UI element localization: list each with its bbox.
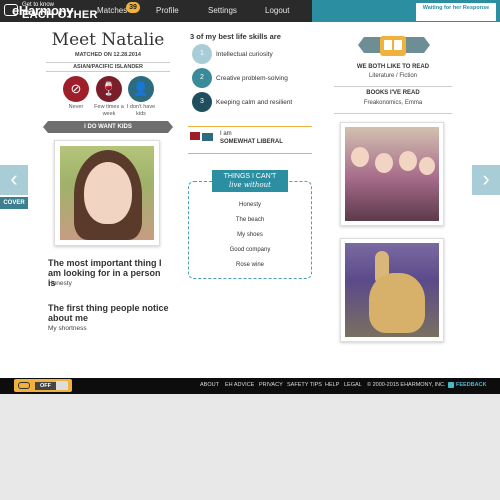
footer-link-help[interactable]: HELP (325, 382, 339, 388)
things-banner: THINGS I CAN'T live without (212, 170, 288, 192)
nav-profile[interactable]: Profile (156, 6, 179, 15)
profile-name-title: Meet Natalie (51, 30, 165, 50)
thing-item: Honesty (238, 202, 261, 208)
political-value: SOMEWHAT LIBERAL (220, 139, 283, 145)
chevron-right-icon: › (482, 166, 490, 191)
toggle-switch[interactable] (56, 381, 68, 390)
puppy-photo-image (345, 243, 439, 337)
profile-photo[interactable] (54, 140, 160, 246)
political-prefix: I am (220, 131, 232, 137)
puppy-photo[interactable] (340, 238, 444, 342)
footer-copyright: © 2000-2015 EHARMONY, INC. (367, 382, 446, 388)
skills-title: 3 of my best life skills are (190, 32, 281, 41)
toggle-state: OFF (35, 382, 56, 390)
chat-bubble-icon (4, 4, 18, 16)
nav-settings[interactable]: Settings (208, 6, 237, 15)
matched-date: MATCHED ON 12.28.2014 (75, 52, 141, 58)
books-read-title: BOOKS I'VE READ (366, 90, 420, 96)
group-photo[interactable] (340, 122, 444, 226)
profile-photo-image (60, 146, 154, 240)
skill-number-3: 3 (192, 92, 212, 112)
drinking-label: Few times a week (94, 104, 124, 117)
skill-number-2: 2 (192, 68, 212, 88)
political-label: I am SOMEWHAT LIBERAL (220, 130, 283, 146)
footer-link-eh-advice[interactable]: EH ADVICE (225, 382, 254, 388)
first-notice-question: The first thing people notice about me (48, 303, 169, 323)
skill-label-3: Keeping calm and resilient (216, 99, 293, 106)
each-other-label: EACH OTHER (22, 9, 98, 21)
divider (188, 153, 312, 154)
things-banner-title: THINGS I CAN'T (223, 173, 277, 180)
kids-label: I don't have kids (126, 104, 156, 117)
person-icon: 👤 (128, 76, 154, 102)
party-animals-icon (190, 132, 213, 141)
thing-item: Rose wine (235, 262, 264, 268)
skill-label-1: Intellectual curiosity (216, 51, 273, 58)
footer-link-privacy[interactable]: PRIVACY (259, 382, 283, 388)
both-like-value: Literature / Fiction (368, 73, 418, 79)
thing-item: Good company (229, 247, 271, 253)
smoking-label: Never (68, 104, 84, 110)
books-read-value: Freakonomics, Emma (363, 100, 423, 106)
divider (334, 113, 452, 114)
cover-label-button[interactable]: COVER (0, 197, 28, 209)
thing-item: My shoes (237, 232, 263, 238)
thing-item: The beach (235, 217, 265, 223)
both-like-title: WE BOTH LIKE TO READ (356, 64, 430, 70)
skill-label-2: Creative problem-solving (216, 75, 288, 82)
glasses-icon (18, 382, 30, 389)
footer-link-legal[interactable]: LEGAL (344, 382, 362, 388)
divider (334, 86, 452, 87)
matches-count-badge: 39 (126, 2, 140, 13)
divider (188, 126, 312, 127)
nav-matches[interactable]: Matches (97, 6, 127, 15)
chevron-left-icon: ‹ (10, 166, 18, 191)
feedback-icon (448, 382, 454, 388)
get-to-know-label: Get to know (22, 2, 55, 8)
footer-link-about[interactable]: ABOUT (200, 382, 219, 388)
important-thing-answer: Honesty (48, 280, 72, 287)
skill-number-1: 1 (192, 44, 212, 64)
ethnicity-label: ASIAN/PACIFIC ISLANDER (46, 62, 170, 72)
no-smoking-icon: ⊘ (63, 76, 89, 102)
previous-arrow-button[interactable]: ‹ (0, 165, 28, 195)
nav-logout[interactable]: Logout (265, 6, 289, 15)
waiting-response-button[interactable]: Waiting for her Response (416, 3, 496, 21)
footer-link-safety-tips[interactable]: SAFETY TIPS (287, 382, 322, 388)
feedback-link[interactable]: FEEDBACK (456, 382, 487, 388)
group-photo-image (345, 127, 439, 221)
open-book-icon (380, 36, 406, 56)
first-notice-answer: My shortness (48, 325, 87, 332)
wine-glass-icon: 🍷 (96, 76, 122, 102)
want-kids-banner: I DO WANT KIDS (43, 121, 173, 133)
next-arrow-button[interactable]: › (472, 165, 500, 195)
things-banner-subtitle: live without (229, 181, 271, 189)
